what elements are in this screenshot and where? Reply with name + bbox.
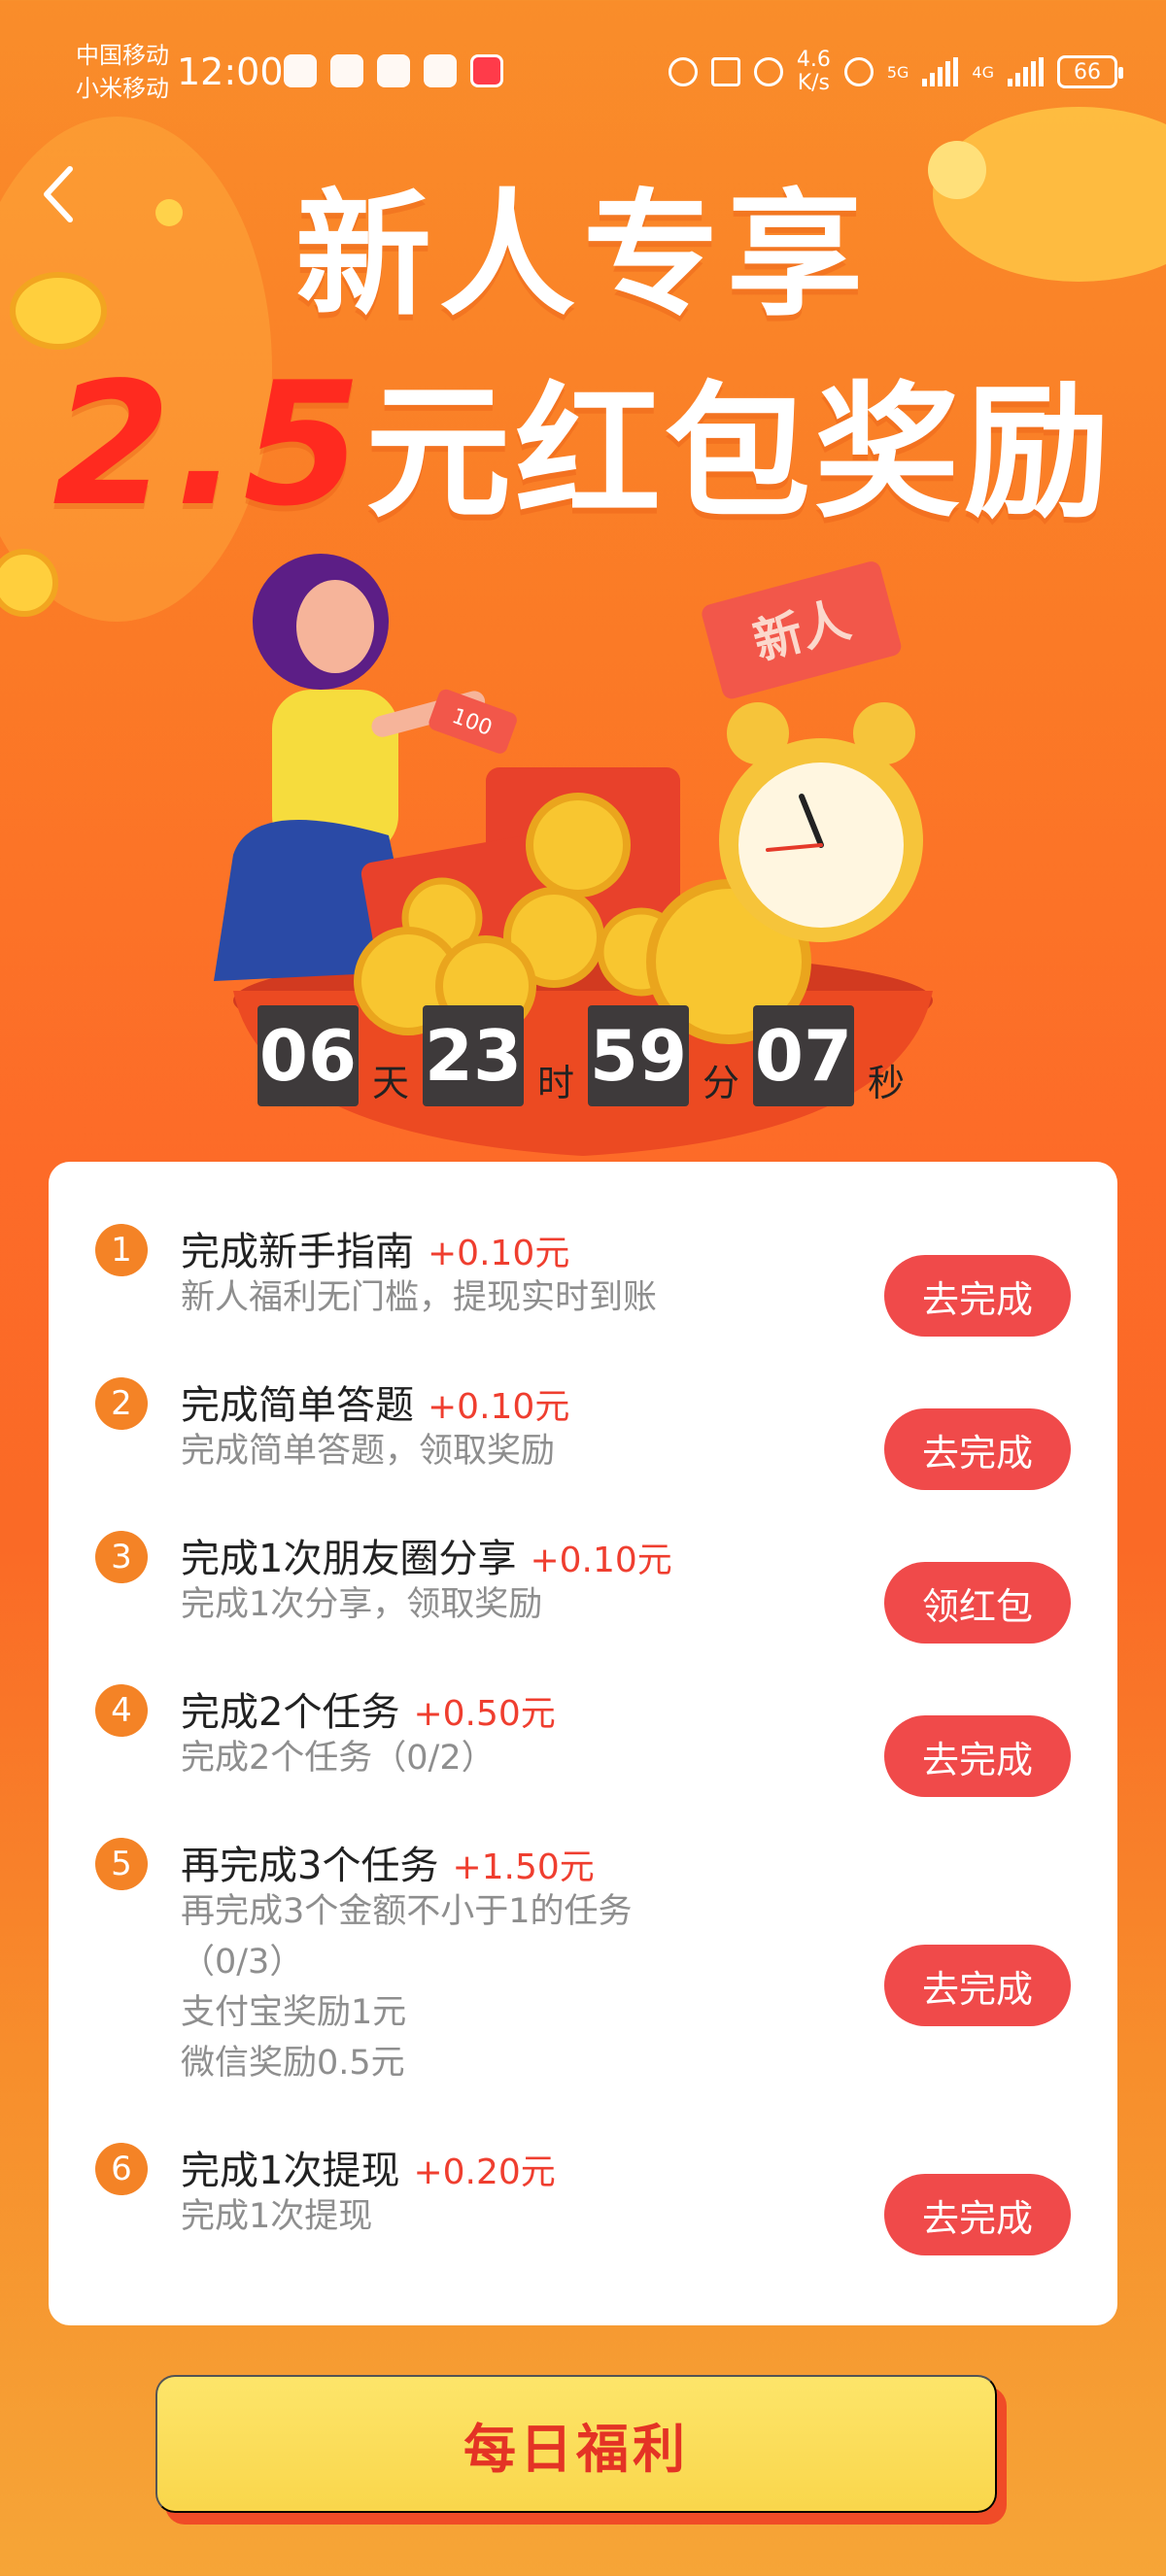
task-title: 再完成3个任务 +1.50元: [181, 1844, 595, 1888]
task-number: 2: [95, 1377, 148, 1430]
countdown-seconds-unit: 秒: [867, 1062, 905, 1104]
countdown-minutes: 59: [588, 1005, 689, 1106]
reward-amount: 2.5: [51, 347, 365, 544]
task-description: 完成1次提现: [181, 2197, 373, 2236]
system-status: 4.6 K/s 5G 4G 66: [668, 48, 1123, 95]
task-3-claim-button[interactable]: 领红包: [884, 1562, 1071, 1644]
page-title: 新人专享: [294, 177, 871, 335]
task-description: 完成简单答题，领取奖励: [181, 1432, 556, 1471]
task-reward: +0.20元: [413, 2152, 556, 2192]
reward-headline-text: 元红包奖励: [365, 369, 1115, 538]
book-icon: [470, 54, 503, 87]
task-number: 4: [95, 1684, 148, 1737]
task-number: 5: [95, 1838, 148, 1890]
task-description: 完成1次分享，领取奖励: [181, 1585, 543, 1624]
task-list-card: 1 完成新手指南 +0.10元 新人福利无门槛，提现实时到账 去完成 2 完成简单…: [49, 1162, 1117, 2325]
countdown-seconds: 07: [753, 1005, 854, 1106]
notification-icons: [284, 54, 503, 87]
reward-headline: 2.5元红包奖励: [0, 335, 1166, 546]
task-reward: +0.10元: [428, 1387, 570, 1427]
task-2-go-button[interactable]: 去完成: [884, 1408, 1071, 1490]
eye-icon: [284, 54, 317, 87]
task-6-go-button[interactable]: 去完成: [884, 2174, 1071, 2255]
countdown-hours: 23: [423, 1005, 524, 1106]
carrier-1: 中国移动: [76, 42, 169, 69]
task-1-go-button[interactable]: 去完成: [884, 1255, 1071, 1337]
task-title: 完成1次提现 +0.20元: [181, 2149, 556, 2193]
task-description: 再完成3个金额不小于1的任务 （0/3） 支付宝奖励1元 微信奖励0.5元: [181, 1892, 633, 2083]
countdown-days-unit: 天: [371, 1062, 409, 1104]
wifi-icon: [843, 57, 874, 86]
mute-icon: [753, 57, 783, 86]
carrier-2: 小米移动: [76, 75, 169, 102]
wechat-icon: [424, 54, 457, 87]
task-number: 1: [95, 1224, 148, 1276]
task-description: 完成2个任务（0/2）: [181, 1739, 496, 1778]
task-number: 3: [95, 1531, 148, 1583]
countdown-timer: 06 天 23 时 59 分 07 秒: [257, 1005, 918, 1106]
alarm-icon: [668, 57, 698, 86]
daily-welfare-button[interactable]: 每日福利: [155, 2375, 997, 2513]
task-reward: +0.10元: [428, 1234, 570, 1273]
task-reward: +0.10元: [530, 1541, 672, 1580]
bluetooth-icon: [710, 57, 740, 86]
network-type-2: 4G: [972, 62, 994, 82]
task-title: 完成简单答题 +0.10元: [181, 1383, 570, 1428]
signal-icon-2: [1008, 57, 1044, 86]
countdown-minutes-unit: 分: [702, 1062, 739, 1104]
task-number: 6: [95, 2143, 148, 2195]
task-title: 完成新手指南 +0.10元: [181, 1230, 570, 1274]
countdown-hours-unit: 时: [536, 1062, 574, 1104]
task-reward: +1.50元: [452, 1847, 595, 1887]
app-icon: [377, 54, 410, 87]
task-reward: +0.50元: [413, 1694, 556, 1734]
battery-icon: 66: [1057, 55, 1123, 88]
network-type-1: 5G: [886, 62, 909, 82]
network-speed: 4.6 K/s: [796, 48, 831, 95]
countdown-days: 06: [257, 1005, 359, 1106]
task-4-go-button[interactable]: 去完成: [884, 1715, 1071, 1797]
clock: 12:00: [177, 51, 284, 93]
task-title: 完成1次朋友圈分享 +0.10元: [181, 1537, 672, 1581]
task-5-go-button[interactable]: 去完成: [884, 1945, 1071, 2026]
signal-icon: [922, 57, 959, 86]
nfc-icon: [330, 54, 363, 87]
carrier-names: 中国移动 小米移动: [76, 39, 169, 105]
task-description: 新人福利无门槛，提现实时到账: [181, 1278, 658, 1317]
task-title: 完成2个任务 +0.50元: [181, 1690, 556, 1735]
